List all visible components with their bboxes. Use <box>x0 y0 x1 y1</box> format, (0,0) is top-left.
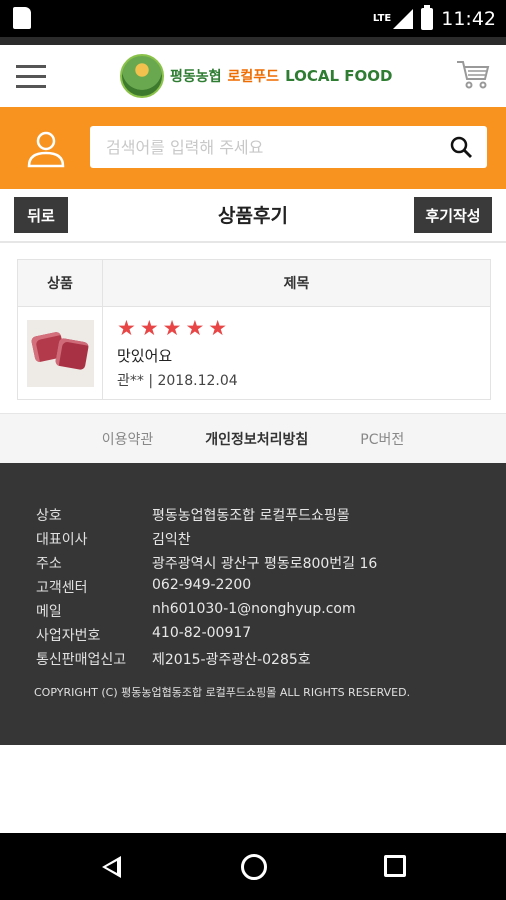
network-type: LTE <box>372 13 392 24</box>
info-label: 메일 <box>36 604 62 620</box>
menu-icon[interactable] <box>16 65 46 88</box>
clock: 11:42 <box>441 7 496 30</box>
info-row-business-number: 사업자번호 410-82-00917 <box>36 625 251 649</box>
logo-text-kr2: 로컬푸드 <box>227 69 280 85</box>
info-label: 상호 <box>36 508 62 524</box>
search-box <box>90 126 487 168</box>
logo-text-kr1: 평동농협 <box>170 69 222 85</box>
info-value: 광주광역시 광산구 평동로800번길 16 <box>152 556 378 572</box>
info-row-address: 주소 광주광역시 광산구 평동로800번길 16 <box>36 553 377 577</box>
cart-icon[interactable] <box>456 59 490 91</box>
copyright: COPYRIGHT (C) 평동농업협동조합 로컬푸드쇼핑몰 ALL RIGHT… <box>34 686 411 699</box>
top-divider <box>0 37 506 45</box>
column-header-product: 상품 <box>18 260 103 306</box>
nav-home-icon[interactable] <box>241 854 267 880</box>
table-row[interactable]: ★★★★★ 맛있어요 관** | 2018.12.04 <box>18 307 490 399</box>
info-row-company: 상호 평동농업협동조합 로컬푸드쇼핑몰 <box>36 505 350 529</box>
info-label: 주소 <box>36 556 62 572</box>
info-value: 062-949-2200 <box>152 577 252 593</box>
info-value: 김익찬 <box>152 532 191 548</box>
search-icon[interactable] <box>449 135 473 159</box>
pc-version-link[interactable]: PC버전 <box>360 429 404 449</box>
page-titlebar: 뒤로 상품후기 후기작성 <box>0 189 506 243</box>
search-bar <box>0 107 506 189</box>
terms-link[interactable]: 이용약관 <box>102 429 154 449</box>
info-row-ecommerce-registration: 통신판매업신고 제2015-광주광산-0285호 <box>36 649 311 673</box>
info-value: 410-82-00917 <box>152 625 252 641</box>
product-cell <box>18 307 103 399</box>
review-content: ★★★★★ 맛있어요 관** | 2018.12.04 <box>103 307 490 399</box>
logo-text-en: LOCAL FOOD <box>285 67 393 85</box>
footer-links: 이용약관 개인정보처리방침 PC버전 <box>0 413 506 464</box>
review-title[interactable]: 맛있어요 <box>117 345 490 366</box>
info-label: 사업자번호 <box>36 628 101 644</box>
review-author-date: 관** | 2018.12.04 <box>117 373 238 389</box>
info-row-email: 메일 nh601030-1@nonghyup.com <box>36 601 356 625</box>
info-label: 통신판매업신고 <box>36 652 127 668</box>
signal-icon <box>393 8 414 29</box>
battery-icon <box>421 4 434 30</box>
app-header: 평동농협 로컬푸드 LOCAL FOOD <box>0 45 506 108</box>
column-header-title: 제목 <box>283 276 310 292</box>
status-bar: LTE 11:42 <box>0 0 506 37</box>
nav-recents-icon[interactable] <box>384 855 406 877</box>
info-value: 평동농업협동조합 로컬푸드쇼핑몰 <box>152 508 350 524</box>
logo-emblem-icon <box>120 54 164 98</box>
info-value: nh601030-1@nonghyup.com <box>152 601 356 617</box>
logo[interactable]: 평동농협 로컬푸드 LOCAL FOOD <box>120 54 393 98</box>
info-value: 제2015-광주광산-0285호 <box>152 652 311 668</box>
android-nav-bar <box>0 833 506 900</box>
sd-card-icon <box>13 7 31 29</box>
table-header: 상품 제목 <box>18 260 490 307</box>
product-thumbnail[interactable] <box>26 319 94 387</box>
info-row-customer-center: 고객센터 062-949-2200 <box>36 577 251 601</box>
privacy-policy-link[interactable]: 개인정보처리방침 <box>205 429 308 449</box>
company-info: 상호 평동농업협동조합 로컬푸드쇼핑몰 대표이사 김익찬 주소 광주광역시 광산… <box>0 463 506 745</box>
user-icon[interactable] <box>26 128 66 168</box>
rating-stars: ★★★★★ <box>117 316 232 340</box>
info-label: 대표이사 <box>36 532 88 548</box>
review-table: 상품 제목 ★★★★★ 맛있어요 관** | 2018.12.04 <box>17 259 491 400</box>
info-row-ceo: 대표이사 김익찬 <box>36 529 191 553</box>
search-input[interactable] <box>90 126 446 168</box>
info-label: 고객센터 <box>36 580 88 596</box>
write-review-button[interactable]: 후기작성 <box>414 197 492 233</box>
